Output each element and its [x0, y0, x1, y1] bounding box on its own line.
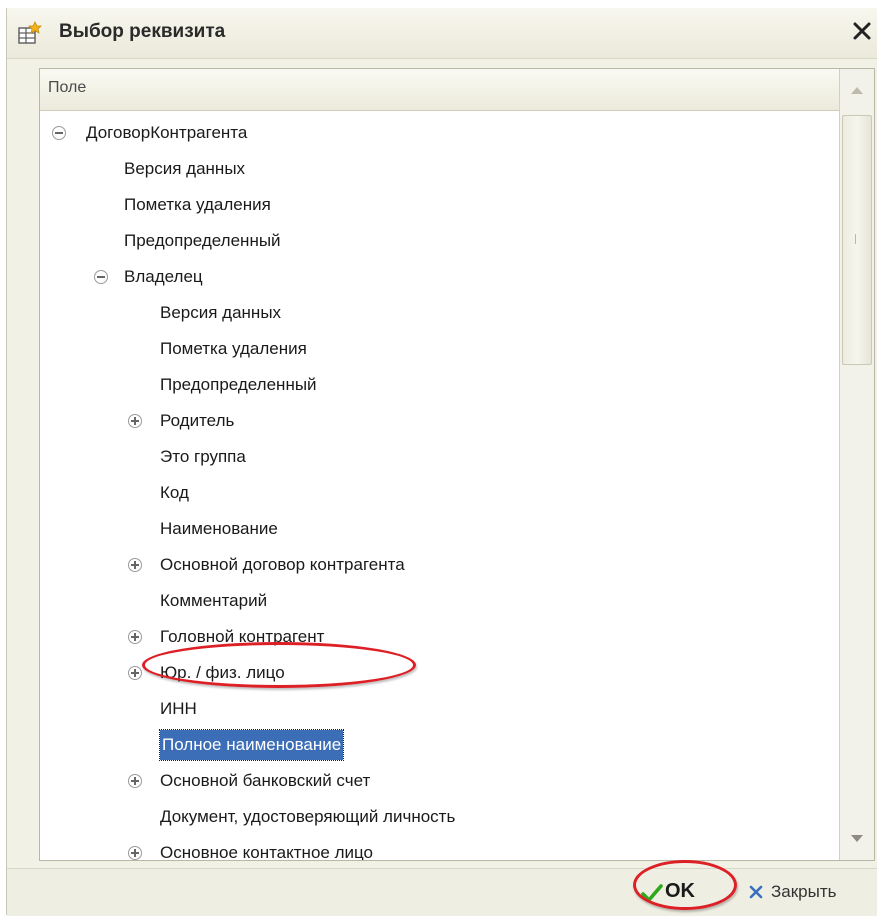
tree-row[interactable]: Комментарий	[40, 583, 839, 619]
close-button[interactable]: Закрыть	[745, 875, 875, 909]
tree-row-label: Пометка удаления	[124, 195, 271, 214]
tree-row[interactable]: Пометка удаления	[40, 331, 839, 367]
tree-row[interactable]: Версия данных	[40, 151, 839, 187]
fields-tree-panel: Поле ДоговорКонтрагента Версия данных Поме…	[39, 68, 875, 861]
scroll-down-arrow-icon[interactable]	[840, 822, 874, 856]
tree-row-label: Комментарий	[160, 591, 268, 610]
tree-row-selected[interactable]: Полное наименование	[40, 727, 839, 763]
tree-row-label: Код	[160, 483, 189, 502]
fields-tree: ДоговорКонтрагента Версия данных Пометка у…	[40, 111, 839, 860]
tree-row-label: Головной контрагент	[160, 627, 325, 646]
tree-row-label: Документ, удостоверяющий личность	[160, 807, 456, 826]
close-button-label: Закрыть	[771, 882, 837, 901]
tree-row[interactable]: Владелец	[40, 259, 839, 295]
tree-row-label: Это группа	[160, 447, 246, 466]
tree-row-label: Полное наименование	[158, 729, 345, 761]
table-plus-icon	[18, 21, 42, 44]
expand-plus-icon[interactable]	[128, 558, 142, 572]
tree-row[interactable]: Головной контрагент	[40, 619, 839, 655]
tree-row[interactable]: Основное контактное лицо	[40, 835, 839, 860]
collapse-minus-icon[interactable]	[94, 270, 108, 284]
vertical-scrollbar[interactable]	[839, 69, 874, 860]
tree-row[interactable]: ДоговорКонтрагента	[40, 115, 839, 151]
tree-row-label: Основной банковский счет	[160, 771, 371, 790]
checkmark-icon	[641, 884, 663, 902]
close-icon	[749, 885, 763, 899]
tree-row-label: Основной договор контрагента	[160, 555, 405, 574]
expand-plus-icon[interactable]	[128, 846, 142, 860]
ok-button[interactable]: OK	[629, 875, 725, 909]
tree-row-label: Юр. / физ. лицо	[160, 663, 285, 682]
dialog-footer: OK Закрыть	[7, 868, 877, 916]
collapse-minus-icon[interactable]	[52, 126, 66, 140]
expand-plus-icon[interactable]	[128, 666, 142, 680]
tree-row[interactable]: Версия данных	[40, 295, 839, 331]
scroll-up-arrow-icon[interactable]	[840, 73, 874, 107]
tree-row-label: ИНН	[160, 699, 197, 718]
scroll-grip-icon	[855, 234, 862, 244]
tree-row-label: Версия данных	[124, 159, 246, 178]
tree-row[interactable]: Основной договор контрагента	[40, 547, 839, 583]
column-header[interactable]: Поле	[40, 69, 839, 111]
tree-row[interactable]: Предопределенный	[40, 223, 839, 259]
scroll-thumb[interactable]	[842, 115, 872, 365]
tree-row[interactable]: Пометка удаления	[40, 187, 839, 223]
tree-row-label: Пометка удаления	[160, 339, 307, 358]
tree-row-label: Основное контактное лицо	[160, 843, 373, 860]
tree-row-label: Предопределенный	[124, 231, 281, 250]
tree-row[interactable]: ИНН	[40, 691, 839, 727]
tree-row[interactable]: Наименование	[40, 511, 839, 547]
ok-button-label: OK	[665, 880, 695, 902]
tree-row-label: Предопределенный	[160, 375, 317, 394]
tree-row-label: Владелец	[124, 267, 203, 286]
tree-row-label: Родитель	[160, 411, 235, 430]
tree-row-label: Версия данных	[160, 303, 282, 322]
tree-row-label: Наименование	[160, 519, 278, 538]
tree-row[interactable]: Документ, удостоверяющий личность	[40, 799, 839, 835]
title-bar[interactable]: Выбор реквизита	[7, 8, 877, 59]
tree-row[interactable]: Предопределенный	[40, 367, 839, 403]
tree-row-label: ДоговорКонтрагента	[86, 123, 248, 142]
tree-row[interactable]: Основной банковский счет	[40, 763, 839, 799]
expand-plus-icon[interactable]	[128, 630, 142, 644]
close-x-icon[interactable]	[851, 20, 873, 42]
expand-plus-icon[interactable]	[128, 774, 142, 788]
tree-row[interactable]: Это группа	[40, 439, 839, 475]
tree-row[interactable]: Код	[40, 475, 839, 511]
dialog-window: Выбор реквизита Поле ДоговорКонтрагента В…	[6, 8, 877, 916]
tree-row[interactable]: Юр. / физ. лицо	[40, 655, 839, 691]
dialog-title: Выбор реквизита	[59, 21, 226, 42]
column-header-label: Поле	[48, 79, 87, 96]
tree-row[interactable]: Родитель	[40, 403, 839, 439]
expand-plus-icon[interactable]	[128, 414, 142, 428]
